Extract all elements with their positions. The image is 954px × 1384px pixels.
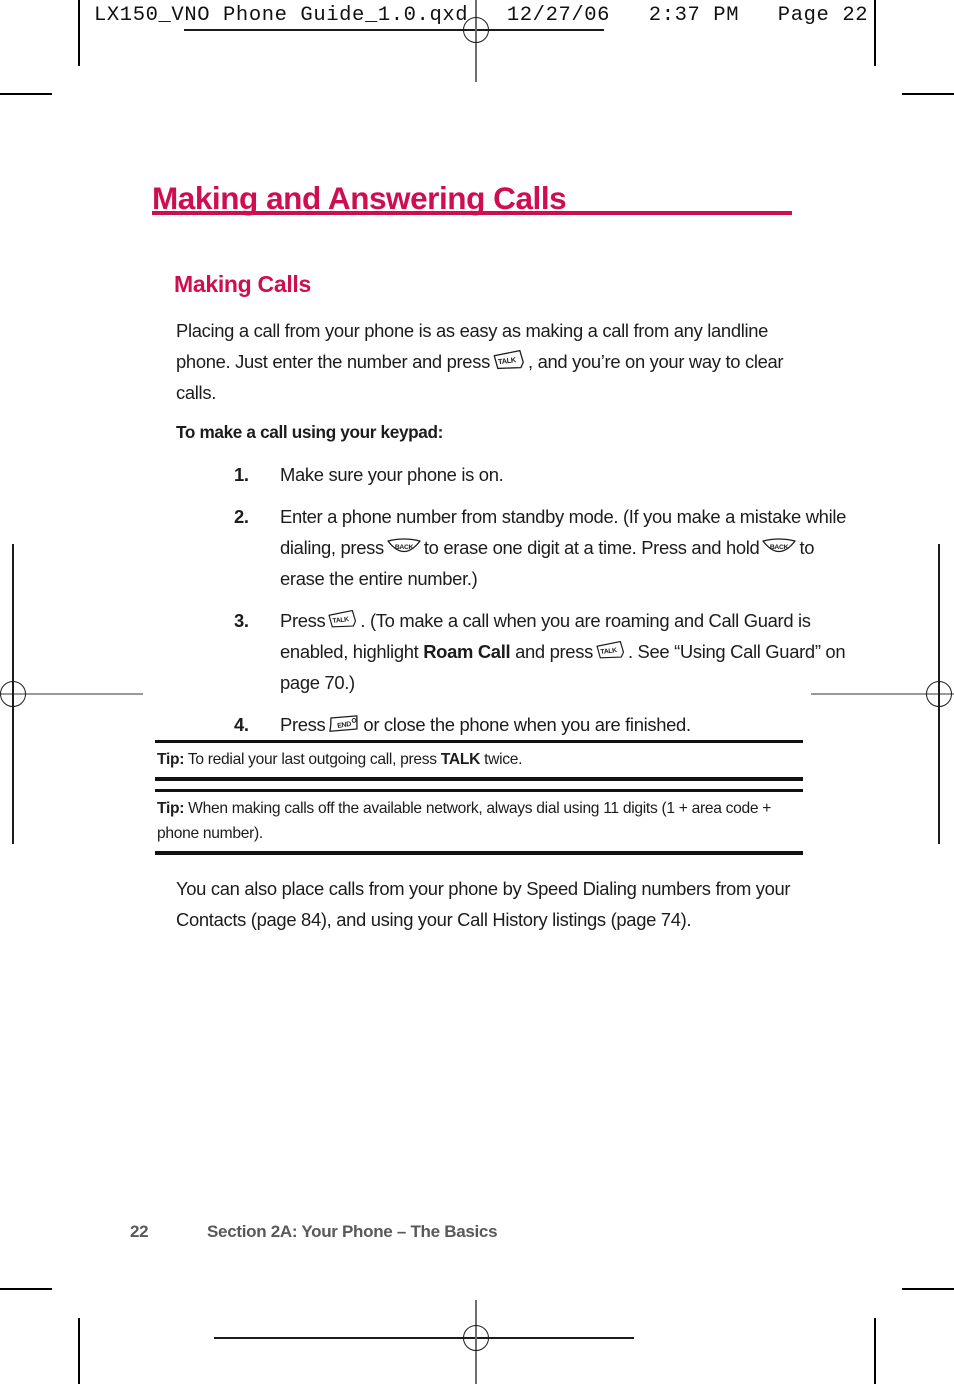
trim-line-bottom-right (874, 1318, 876, 1384)
step-text-a: Press (280, 610, 326, 631)
step-text-b: to erase one digit at a time. Press and … (423, 537, 760, 558)
tip-text-before: When making calls off the available netw… (157, 800, 772, 843)
tip-label: Tip: (157, 751, 185, 769)
step-text-c: and press (515, 641, 593, 662)
crop-mark-top-right (902, 93, 954, 95)
tip-text: Tip: When making calls off the available… (155, 792, 803, 851)
step-text-a: Press (280, 714, 326, 735)
crop-mark-bottom-left (0, 1288, 52, 1290)
talk-key-icon: TALK (492, 350, 526, 372)
tip-label: Tip: (157, 800, 185, 818)
trim-line-bottom-left (78, 1318, 80, 1384)
tip-text-after: twice. (484, 751, 523, 769)
manual-page: LX150_VNO Phone Guide_1.0.qxd 12/27/06 2… (0, 0, 954, 1384)
footer-page-number: 22 (130, 1222, 149, 1241)
svg-text:BACK: BACK (395, 544, 414, 551)
talk-key-icon: TALK (327, 610, 358, 630)
list-item: 3. Press TALK. (To make a call when you ar… (216, 605, 846, 698)
tip-rule-bottom (155, 851, 803, 855)
lead-in-text: To make a call using your keypad: (176, 422, 444, 443)
talk-key-icon: TALK (595, 641, 626, 661)
step-text: Make sure your phone is on. (280, 464, 504, 485)
intro-paragraph: Placing a call from your phone is as eas… (176, 315, 798, 408)
trim-line-top-left (78, 0, 80, 66)
page-footer: 22 Section 2A: Your Phone – The Basics (130, 1222, 498, 1242)
list-item: 1. Make sure your phone is on. (216, 459, 846, 490)
svg-text:BACK: BACK (770, 544, 789, 551)
crop-mark-bottom-right (902, 1288, 954, 1290)
step-text-b: or close the phone when you are finished… (363, 714, 691, 735)
section-heading: Making Calls (174, 271, 311, 298)
step-number: 3. (234, 610, 249, 631)
footer-section-label: Section 2A: Your Phone – The Basics (207, 1222, 498, 1241)
back-key-icon: BACK (386, 538, 422, 558)
list-item: 2. Enter a phone number from standby mode… (216, 501, 846, 594)
registration-mark-bottom (214, 1300, 634, 1384)
registration-mark-left (0, 544, 143, 844)
tip-emphasis: TALK (440, 751, 481, 769)
back-key-icon: BACK (761, 538, 797, 558)
tip-text-before: To redial your last outgoing call, press (187, 751, 437, 769)
registration-mark-right (811, 544, 954, 844)
closing-paragraph: You can also place calls from your phone… (176, 878, 791, 931)
tip-callout: Tip: When making calls off the available… (155, 789, 803, 855)
crop-mark-top-left (0, 93, 52, 95)
list-item: 4. Press END or close the phone when you ar… (216, 709, 846, 740)
tip-rule-bottom (155, 777, 803, 781)
tip-text: Tip: To redial your last outgoing call, … (155, 743, 803, 777)
step-number: 1. (234, 464, 249, 485)
step-number: 2. (234, 506, 249, 527)
tip-callout: Tip: To redial your last outgoing call, … (155, 740, 803, 781)
end-key-icon: END (327, 713, 361, 735)
steps-list: 1. Make sure your phone is on. 2. Enter a… (176, 459, 846, 751)
roam-call-emphasis: Roam Call (423, 641, 511, 662)
step-number: 4. (234, 714, 249, 735)
trim-line-top-right (874, 0, 876, 66)
title-divider (152, 211, 792, 215)
prepress-slug: LX150_VNO Phone Guide_1.0.qxd 12/27/06 2… (94, 4, 869, 27)
